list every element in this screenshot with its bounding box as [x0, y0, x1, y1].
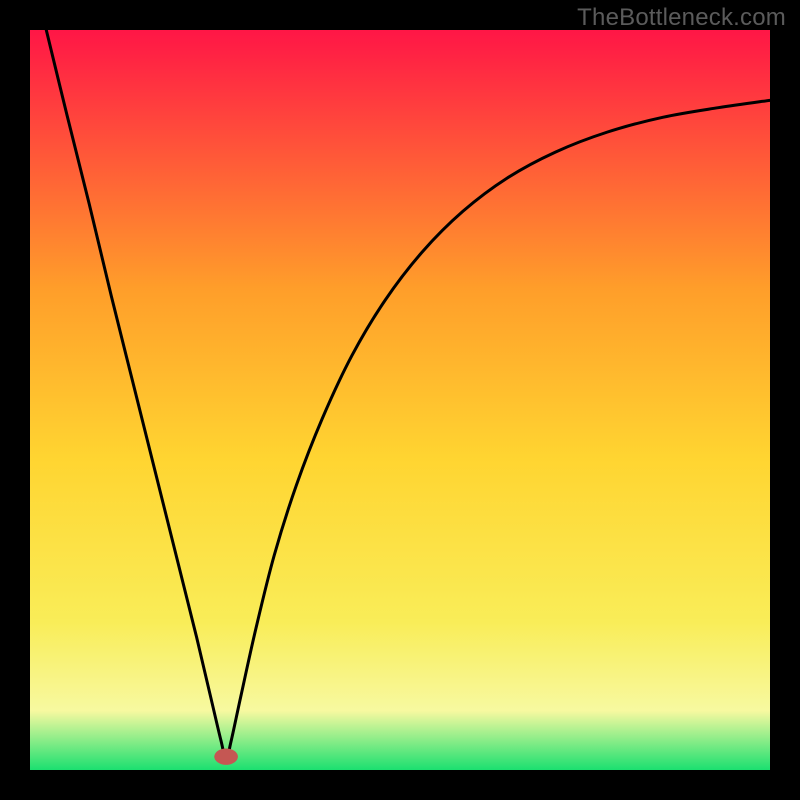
minimum-marker [214, 749, 238, 765]
plot-area [30, 30, 770, 770]
chart-frame: TheBottleneck.com [0, 0, 800, 800]
chart-svg [30, 30, 770, 770]
gradient-background [30, 30, 770, 770]
attribution-label: TheBottleneck.com [577, 4, 786, 32]
